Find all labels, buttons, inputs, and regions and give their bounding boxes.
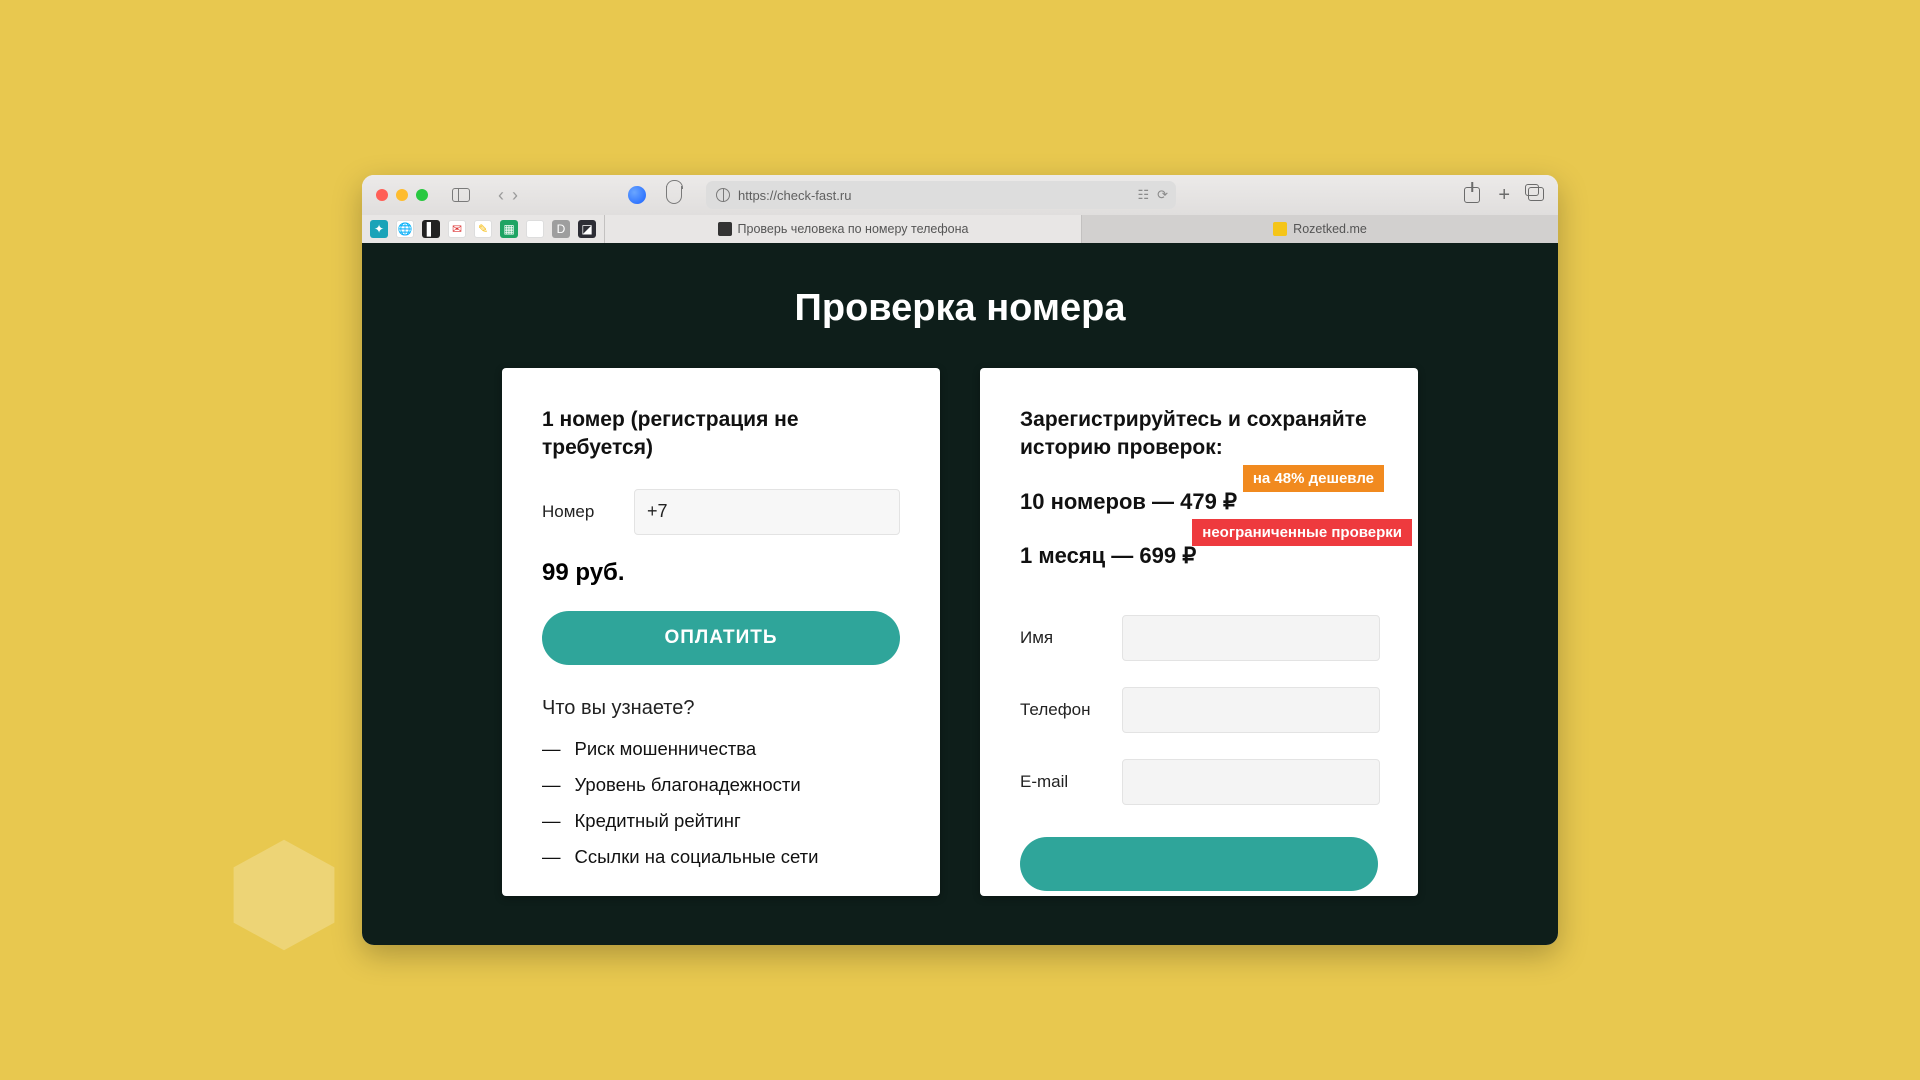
tab-label: Проверь человека по номеру телефона <box>738 222 969 236</box>
feature-item: Уровень благонадежности <box>542 774 900 796</box>
offer-text: 1 месяц — 699 ₽ <box>1020 543 1196 568</box>
tab-overview-icon[interactable] <box>1528 187 1544 201</box>
browser-window: ‹ › https://check-fast.ru ☷ ⟳ + <box>362 175 1558 945</box>
features-list: Риск мошенничества Уровень благонадежнос… <box>542 738 900 868</box>
offer-text: 10 номеров — 479 ₽ <box>1020 489 1237 514</box>
favorite-icon[interactable]: ✎ <box>474 220 492 238</box>
unlimited-badge: неограниченные проверки <box>1192 519 1412 546</box>
window-controls <box>376 189 428 201</box>
watermark-hexagon-icon <box>224 835 344 955</box>
offer-1-month: 1 месяц — 699 ₽ неограниченные проверки <box>1020 543 1378 569</box>
titlebar: ‹ › https://check-fast.ru ☷ ⟳ + <box>362 175 1558 215</box>
page-content: Проверка номера 1 номер (регистрация не … <box>362 243 1558 945</box>
close-window-icon[interactable] <box>376 189 388 201</box>
favorites-bar: ✦ 🌐 ▌ ✉ ✎ ▦ G D ◪ <box>362 215 604 243</box>
card-heading: Зарегистрируйтесь и сохраняйте историю п… <box>1020 406 1378 463</box>
phone-label: Телефон <box>1020 700 1102 720</box>
new-tab-icon[interactable]: + <box>1498 187 1510 203</box>
url-text: https://check-fast.ru <box>738 188 851 203</box>
tab-favicon-icon <box>718 222 732 236</box>
browser-logo-icon <box>628 186 646 204</box>
favorite-icon[interactable]: ▦ <box>500 220 518 238</box>
feature-item: Кредитный рейтинг <box>542 810 900 832</box>
register-button[interactable] <box>1020 837 1378 891</box>
phone-number-input[interactable] <box>634 489 900 535</box>
email-input[interactable] <box>1122 759 1380 805</box>
favorite-icon[interactable]: D <box>552 220 570 238</box>
phone-input[interactable] <box>1122 687 1380 733</box>
back-icon[interactable]: ‹ <box>498 186 504 204</box>
feature-item: Ссылки на социальные сети <box>542 846 900 868</box>
minimize-window-icon[interactable] <box>396 189 408 201</box>
number-label: Номер <box>542 502 610 522</box>
tab-rozetked[interactable]: Rozetked.me <box>1081 215 1558 243</box>
register-card: Зарегистрируйтесь и сохраняйте историю п… <box>980 368 1418 896</box>
favorite-icon[interactable]: 🌐 <box>396 220 414 238</box>
page-title: Проверка номера <box>795 287 1126 330</box>
favorite-icon[interactable]: ▌ <box>422 220 440 238</box>
name-input[interactable] <box>1122 615 1380 661</box>
url-bar[interactable]: https://check-fast.ru ☷ ⟳ <box>706 181 1176 209</box>
favorite-icon[interactable]: ◪ <box>578 220 596 238</box>
share-icon[interactable] <box>1464 187 1480 203</box>
email-label: E-mail <box>1020 772 1102 792</box>
tab-favicon-icon <box>1273 222 1287 236</box>
single-check-card: 1 номер (регистрация не требуется) Номер… <box>502 368 940 896</box>
favorite-icon[interactable]: ✉ <box>448 220 466 238</box>
name-label: Имя <box>1020 628 1102 648</box>
tab-check-fast[interactable]: Проверь человека по номеру телефона <box>604 215 1081 243</box>
discount-badge: на 48% дешевле <box>1243 465 1384 492</box>
card-heading: 1 номер (регистрация не требуется) <box>542 406 900 463</box>
sidebar-toggle-icon[interactable] <box>452 188 470 202</box>
forward-icon[interactable]: › <box>512 186 518 204</box>
features-heading: Что вы узнаете? <box>542 697 900 720</box>
privacy-shield-icon[interactable] <box>666 186 682 204</box>
feature-item: Риск мошенничества <box>542 738 900 760</box>
favorite-icon[interactable]: ✦ <box>370 220 388 238</box>
reload-icon[interactable]: ⟳ <box>1157 187 1168 203</box>
favorite-icon[interactable]: G <box>526 220 544 238</box>
pay-button[interactable]: ОПЛАТИТЬ <box>542 611 900 665</box>
price-text: 99 руб. <box>542 559 900 587</box>
globe-icon <box>716 188 730 202</box>
maximize-window-icon[interactable] <box>416 189 428 201</box>
translate-icon[interactable]: ☷ <box>1137 187 1149 203</box>
offer-10-numbers: 10 номеров — 479 ₽ на 48% дешевле <box>1020 489 1378 515</box>
tab-label: Rozetked.me <box>1293 222 1367 236</box>
tab-bar: ✦ 🌐 ▌ ✉ ✎ ▦ G D ◪ Проверь человека по но… <box>362 215 1558 243</box>
